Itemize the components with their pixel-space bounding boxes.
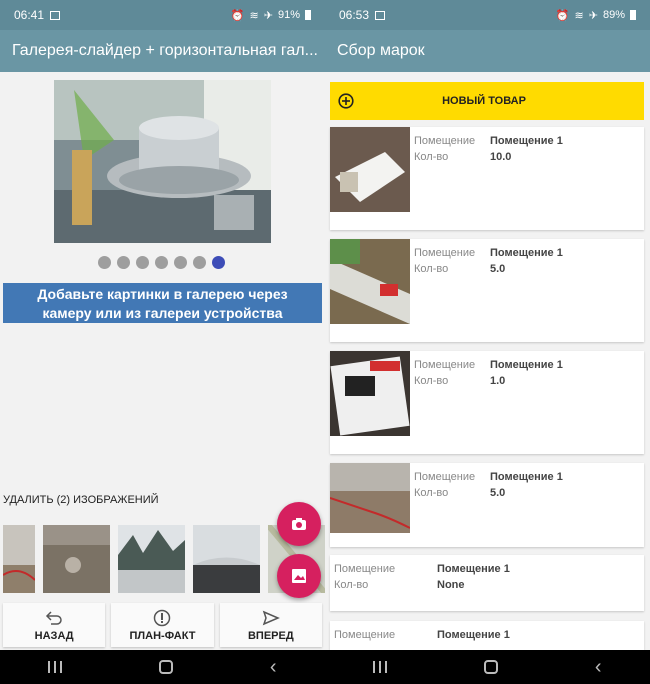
hint-line-2: камеру или из галереи устройства	[42, 305, 283, 321]
qty-label: Кол-во	[414, 263, 449, 275]
qty-value: None	[437, 579, 465, 591]
list-item[interactable]: Помещение Кол-во Помещение 1 10.0	[330, 127, 644, 230]
qty-label: Кол-во	[414, 487, 449, 499]
item-photo	[330, 351, 410, 436]
stamps-screen: 06:53 ⏰ ≋ ✈ 89% Сбор марок НОВЫЙ ТОВАР П…	[325, 0, 650, 684]
slider-dot[interactable]	[136, 256, 149, 269]
recent-apps-icon[interactable]	[48, 661, 63, 673]
room-value: Помещение 1	[437, 629, 510, 641]
hint-line-1: Добавьте картинки в галерею через	[37, 286, 288, 302]
list-item[interactable]: Помещение Кол-во Помещение 1 5.0	[330, 463, 644, 547]
qty-label: Кол-во	[414, 151, 449, 163]
delete-images-button[interactable]: УДАЛИТЬ (2) ИЗОБРАЖЕНИЙ	[3, 494, 159, 506]
gallery-screen: 06:41 ⏰ ≋ ✈ 91% Галерея-слайдер + горизо…	[0, 0, 325, 684]
app-bar-title: Сбор марок	[325, 30, 650, 72]
status-icons: ⏰ ≋ ✈ 89%	[556, 9, 636, 22]
slider-main-image[interactable]	[54, 80, 271, 243]
slider-dot[interactable]	[155, 256, 168, 269]
slider-dot-active[interactable]	[212, 256, 225, 269]
list-item[interactable]: Помещение Кол-во Помещение 1 None	[330, 555, 644, 611]
thumbnail[interactable]	[3, 525, 35, 593]
add-images-hint: Добавьте картинки в галерею через камеру…	[3, 283, 322, 323]
wifi-icon: ≋	[249, 9, 259, 22]
status-bar: 06:41 ⏰ ≋ ✈ 91%	[0, 0, 325, 30]
new-item-button[interactable]: НОВЫЙ ТОВАР	[330, 82, 644, 120]
thumbnail-strip[interactable]	[0, 525, 325, 593]
room-label: Помещение	[414, 359, 476, 371]
room-label: Помещение	[414, 135, 476, 147]
battery-icon	[630, 10, 636, 20]
back-nav-icon[interactable]: ‹	[270, 657, 277, 677]
alarm-icon: ⏰	[230, 9, 245, 22]
back-label: НАЗАД	[34, 630, 74, 642]
image-notification-icon	[375, 10, 386, 20]
qty-value: 1.0	[490, 375, 506, 387]
wifi-icon: ≋	[574, 9, 584, 22]
status-time: 06:53	[339, 8, 370, 22]
plan-fact-label: ПЛАН-ФАКТ	[129, 630, 196, 642]
system-nav-bar: ‹	[0, 650, 325, 684]
item-photo	[330, 127, 410, 212]
status-bar: 06:53 ⏰ ≋ ✈ 89%	[325, 0, 650, 30]
home-icon[interactable]	[159, 660, 174, 674]
slider-dot[interactable]	[193, 256, 206, 269]
item-photo	[330, 463, 410, 533]
slider-dots[interactable]	[98, 256, 225, 269]
forward-button[interactable]: ВПЕРЕД	[219, 603, 322, 647]
room-label: Помещение	[334, 563, 396, 575]
thumbnail[interactable]	[43, 525, 110, 593]
qty-label: Кол-во	[414, 375, 449, 387]
room-value: Помещение 1	[490, 471, 563, 483]
list-item[interactable]: Помещение Помещение 1	[330, 621, 644, 650]
airplane-icon: ✈	[588, 9, 598, 22]
recent-apps-icon[interactable]	[373, 661, 388, 673]
airplane-icon: ✈	[263, 9, 273, 22]
qty-value: 5.0	[490, 487, 506, 499]
list-item[interactable]: Помещение Кол-во Помещение 1 5.0	[330, 239, 644, 342]
app-bar-title: Галерея-слайдер + горизонтальная гал...	[0, 30, 325, 72]
battery-percent: 89%	[602, 9, 625, 21]
image-icon	[292, 569, 306, 583]
home-icon[interactable]	[484, 660, 499, 674]
send-icon	[262, 608, 280, 628]
qty-value: 10.0	[490, 151, 512, 163]
list-item[interactable]: Помещение Кол-во Помещение 1 1.0	[330, 351, 644, 454]
qty-label: Кол-во	[334, 579, 369, 591]
gallery-fab-button[interactable]	[277, 554, 321, 598]
room-label: Помещение	[414, 471, 476, 483]
system-nav-bar: ‹	[325, 650, 650, 684]
thumbnail[interactable]	[118, 525, 185, 593]
back-button[interactable]: НАЗАД	[3, 603, 106, 647]
room-value: Помещение 1	[437, 563, 510, 575]
forward-label: ВПЕРЕД	[247, 630, 294, 642]
alarm-icon: ⏰	[555, 9, 570, 22]
slider-dot[interactable]	[174, 256, 187, 269]
new-item-label: НОВЫЙ ТОВАР	[442, 95, 526, 107]
camera-fab-button[interactable]	[277, 502, 321, 546]
slider-dot[interactable]	[98, 256, 111, 269]
room-value: Помещение 1	[490, 247, 563, 259]
info-icon	[153, 608, 171, 628]
qty-value: 5.0	[490, 263, 506, 275]
battery-percent: 91%	[277, 9, 300, 21]
thumbnail[interactable]	[193, 525, 260, 593]
camera-icon	[292, 518, 306, 530]
image-notification-icon	[50, 10, 61, 20]
battery-icon	[305, 10, 311, 20]
status-icons: ⏰ ≋ ✈ 91%	[231, 9, 311, 22]
room-value: Помещение 1	[490, 135, 563, 147]
room-value: Помещение 1	[490, 359, 563, 371]
slider-dot[interactable]	[117, 256, 130, 269]
add-circle-icon	[338, 93, 354, 109]
status-time: 06:41	[14, 8, 45, 22]
item-photo	[330, 239, 410, 324]
back-nav-icon[interactable]: ‹	[595, 657, 602, 677]
room-label: Помещение	[334, 629, 396, 641]
bottom-actions: НАЗАД ПЛАН-ФАКТ ВПЕРЕД	[3, 603, 322, 647]
room-label: Помещение	[414, 247, 476, 259]
plan-fact-button[interactable]: ПЛАН-ФАКТ	[111, 603, 214, 647]
undo-icon	[45, 608, 63, 628]
